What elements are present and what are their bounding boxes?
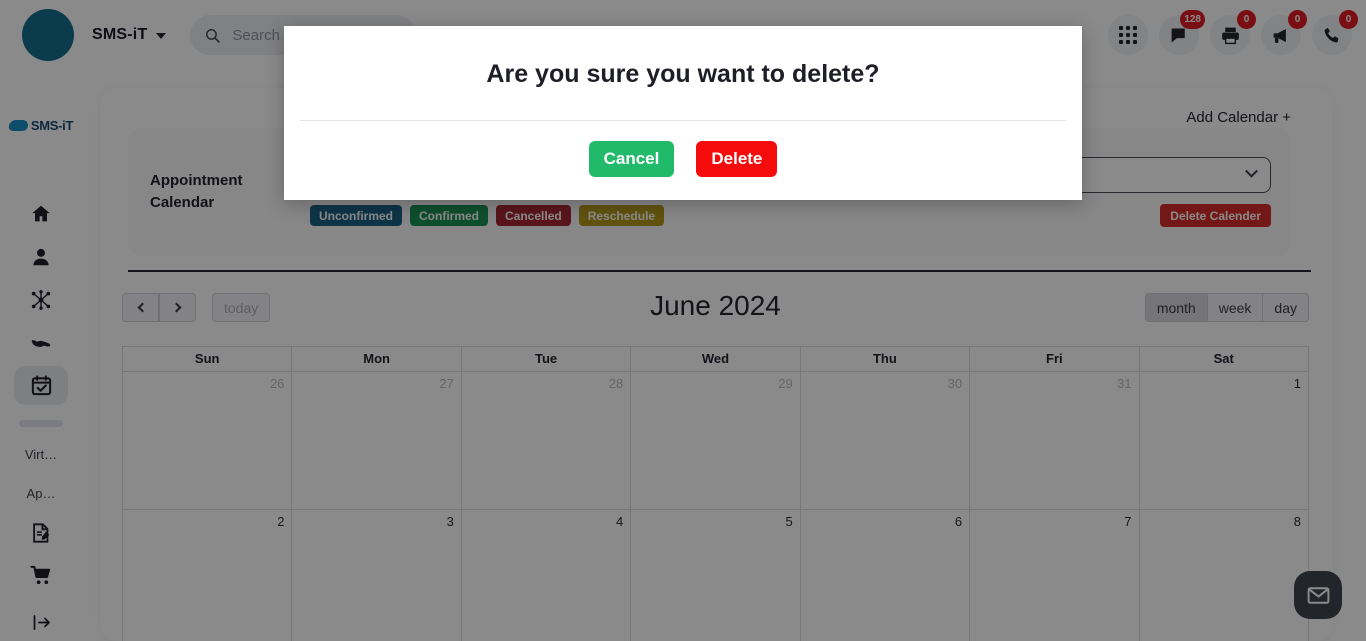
dialog-title: Are you sure you want to delete? — [486, 60, 880, 88]
delete-button[interactable]: Delete — [696, 141, 778, 177]
dialog-actions: Cancel Delete — [284, 141, 1082, 177]
cancel-button[interactable]: Cancel — [588, 141, 675, 177]
confirm-delete-dialog: Are you sure you want to delete? Cancel … — [284, 26, 1082, 200]
dialog-divider — [300, 120, 1066, 121]
